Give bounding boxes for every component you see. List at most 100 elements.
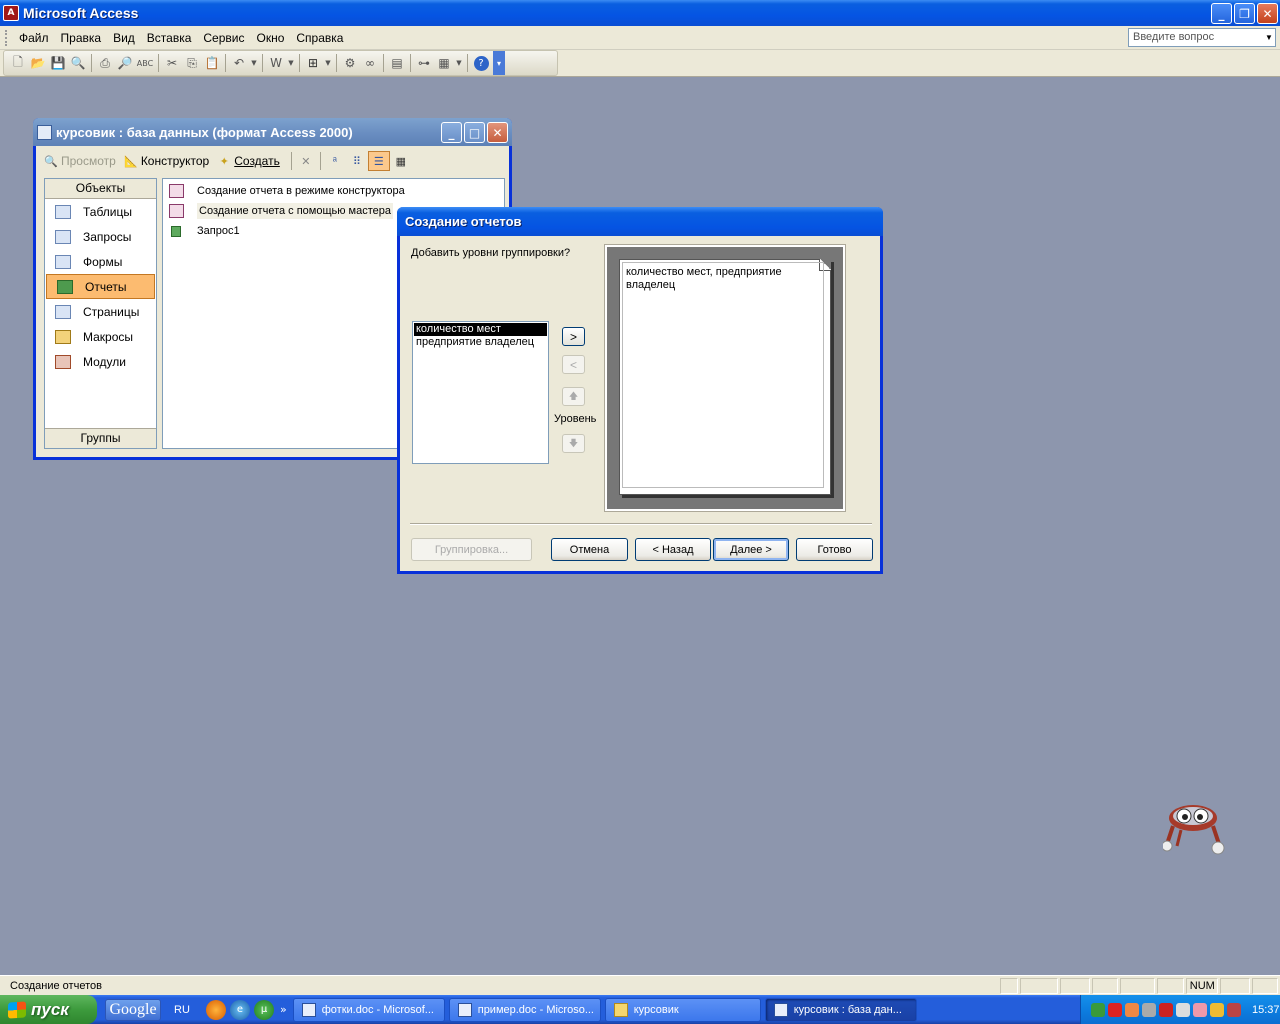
tray-antivirus-icon[interactable]	[1159, 1002, 1173, 1017]
firefox-icon[interactable]	[206, 999, 226, 1020]
copy-icon[interactable]: ⎘	[182, 53, 202, 73]
toolbar-options-icon[interactable]: ▾	[493, 51, 505, 75]
next-button[interactable]: Далее >	[713, 538, 789, 561]
database-window-titlebar[interactable]: курсовик : база данных (формат Access 20…	[33, 118, 512, 146]
new-object-icon[interactable]: ▦	[434, 53, 454, 73]
tray-ati-icon[interactable]	[1108, 1002, 1122, 1017]
object-pages[interactable]: Страницы	[45, 299, 156, 324]
print-icon[interactable]: ⎙	[95, 53, 115, 73]
analyze-icon[interactable]: ⊞	[303, 53, 323, 73]
design-button[interactable]: 📐 Конструктор	[124, 154, 209, 168]
taskbar-item[interactable]: фотки.doc - Microsof...	[292, 997, 445, 1022]
office-links-dropdown-icon[interactable]: ▼	[286, 53, 296, 73]
list-item[interactable]: предприятие владелец	[414, 336, 547, 349]
list-view-icon[interactable]: ☰	[367, 151, 390, 171]
save-icon[interactable]: 💾	[48, 53, 68, 73]
priority-down-icon[interactable]: 🡇	[562, 434, 585, 453]
cut-icon[interactable]: ✂	[162, 53, 182, 73]
object-tables[interactable]: Таблицы	[45, 199, 156, 224]
print-preview-icon[interactable]: 🔎	[115, 53, 135, 73]
analyze-dropdown-icon[interactable]: ▼	[323, 53, 333, 73]
close-button[interactable]: ✕	[1257, 3, 1278, 24]
objects-header[interactable]: Объекты	[45, 179, 156, 199]
undo-icon[interactable]: ↶	[229, 53, 249, 73]
tray-app-icon[interactable]	[1210, 1002, 1224, 1017]
object-forms[interactable]: Формы	[45, 249, 156, 274]
taskbar: пуск Google RU e µ » фотки.doc - Microso…	[0, 995, 1280, 1024]
back-button[interactable]: < Назад	[635, 538, 711, 561]
taskbar-item[interactable]: пример.doc - Microso...	[448, 997, 601, 1022]
tray-app-icon[interactable]	[1142, 1002, 1156, 1017]
open-folder-icon[interactable]: 📂	[28, 53, 48, 73]
db-maximize-button[interactable]: □	[464, 122, 485, 143]
office-assistant[interactable]	[1161, 800, 1225, 856]
access-app-icon[interactable]: A	[3, 5, 19, 21]
available-fields-list[interactable]: количество мест предприятие владелец	[412, 321, 549, 464]
properties-icon[interactable]: ▤	[387, 53, 407, 73]
menu-view[interactable]: Вид	[107, 31, 141, 45]
db-close-button[interactable]: ✕	[487, 122, 508, 143]
details-view-icon[interactable]: ▦	[390, 151, 412, 171]
taskbar-item[interactable]: курсовик	[604, 997, 761, 1022]
tray-network-icon[interactable]	[1091, 1002, 1105, 1017]
taskbar-item[interactable]: курсовик : база дан...	[764, 997, 917, 1022]
menu-edit[interactable]: Правка	[55, 31, 108, 45]
preview-page: количество мест, предприятие владелец	[619, 259, 831, 495]
priority-up-icon[interactable]: 🡅	[562, 387, 585, 406]
browser-icon[interactable]: e	[230, 999, 250, 1020]
restore-button[interactable]: ❐	[1234, 3, 1255, 24]
object-queries[interactable]: Запросы	[45, 224, 156, 249]
large-icons-view-icon[interactable]: ᵃ	[324, 151, 346, 171]
menu-insert[interactable]: Вставка	[141, 31, 198, 45]
file-search-icon[interactable]: 🔍	[68, 53, 88, 73]
menu-grip[interactable]	[5, 29, 8, 46]
chevron-down-icon[interactable]: ▼	[1263, 29, 1275, 46]
menu-window[interactable]: Окно	[250, 31, 290, 45]
menu-help[interactable]: Справка	[290, 31, 349, 45]
finish-button[interactable]: Готово	[796, 538, 873, 561]
spelling-icon[interactable]: ABC	[135, 53, 155, 73]
utorrent-icon[interactable]: µ	[254, 999, 274, 1020]
list-item[interactable]: Создание отчета в режиме конструктора	[163, 181, 504, 201]
tray-app-icon[interactable]	[1125, 1002, 1139, 1017]
object-modules[interactable]: Модули	[45, 349, 156, 374]
status-cell	[1091, 977, 1118, 994]
grouping-options-button[interactable]: Группировка...	[411, 538, 532, 561]
tray-volume-icon[interactable]	[1176, 1002, 1190, 1017]
wizard-titlebar[interactable]: Создание отчетов	[397, 207, 883, 236]
object-reports[interactable]: Отчеты	[46, 274, 155, 299]
relationships-icon[interactable]: ⊶	[414, 53, 434, 73]
remove-grouping-button[interactable]: <	[562, 355, 585, 374]
script-editor-icon[interactable]: ⚙	[340, 53, 360, 73]
ask-question-input[interactable]: Введите вопрос ▼	[1128, 28, 1276, 47]
minimize-button[interactable]: _	[1211, 3, 1232, 24]
cancel-button[interactable]: Отмена	[551, 538, 628, 561]
quicklaunch-chevron-icon[interactable]: »	[280, 1003, 287, 1016]
relationships-link-icon[interactable]: ∞	[360, 53, 380, 73]
menu-file[interactable]: Файл	[13, 31, 55, 45]
language-indicator[interactable]: RU	[174, 1004, 202, 1016]
google-toolbar-button[interactable]: Google	[105, 998, 161, 1021]
delete-icon[interactable]: ✕	[295, 151, 317, 171]
list-item[interactable]: количество мест	[413, 322, 548, 337]
clock[interactable]: 15:37	[1252, 1004, 1280, 1016]
undo-dropdown-icon[interactable]: ▼	[249, 53, 259, 73]
object-macros[interactable]: Макросы	[45, 324, 156, 349]
small-icons-view-icon[interactable]: ⠿	[346, 151, 368, 171]
tray-app-icon[interactable]	[1193, 1002, 1207, 1017]
tray-app-icon[interactable]	[1227, 1002, 1241, 1017]
folder-icon	[613, 1002, 628, 1017]
db-minimize-button[interactable]: _	[441, 122, 462, 143]
groups-header[interactable]: Группы	[45, 428, 156, 448]
open-view-button[interactable]: 🔍 Просмотр	[44, 154, 116, 168]
paste-icon[interactable]: 📋	[202, 53, 222, 73]
start-button[interactable]: пуск	[0, 995, 97, 1024]
new-button[interactable]: ✦ Создать	[217, 154, 280, 168]
status-cell	[1000, 977, 1019, 994]
add-grouping-button[interactable]: >	[562, 327, 585, 346]
new-object-dropdown-icon[interactable]: ▼	[454, 53, 464, 73]
office-links-icon[interactable]: W	[266, 53, 286, 73]
help-icon[interactable]: ?	[471, 53, 491, 73]
menu-tools[interactable]: Сервис	[197, 31, 250, 45]
new-file-icon[interactable]: 🗋	[8, 53, 28, 73]
